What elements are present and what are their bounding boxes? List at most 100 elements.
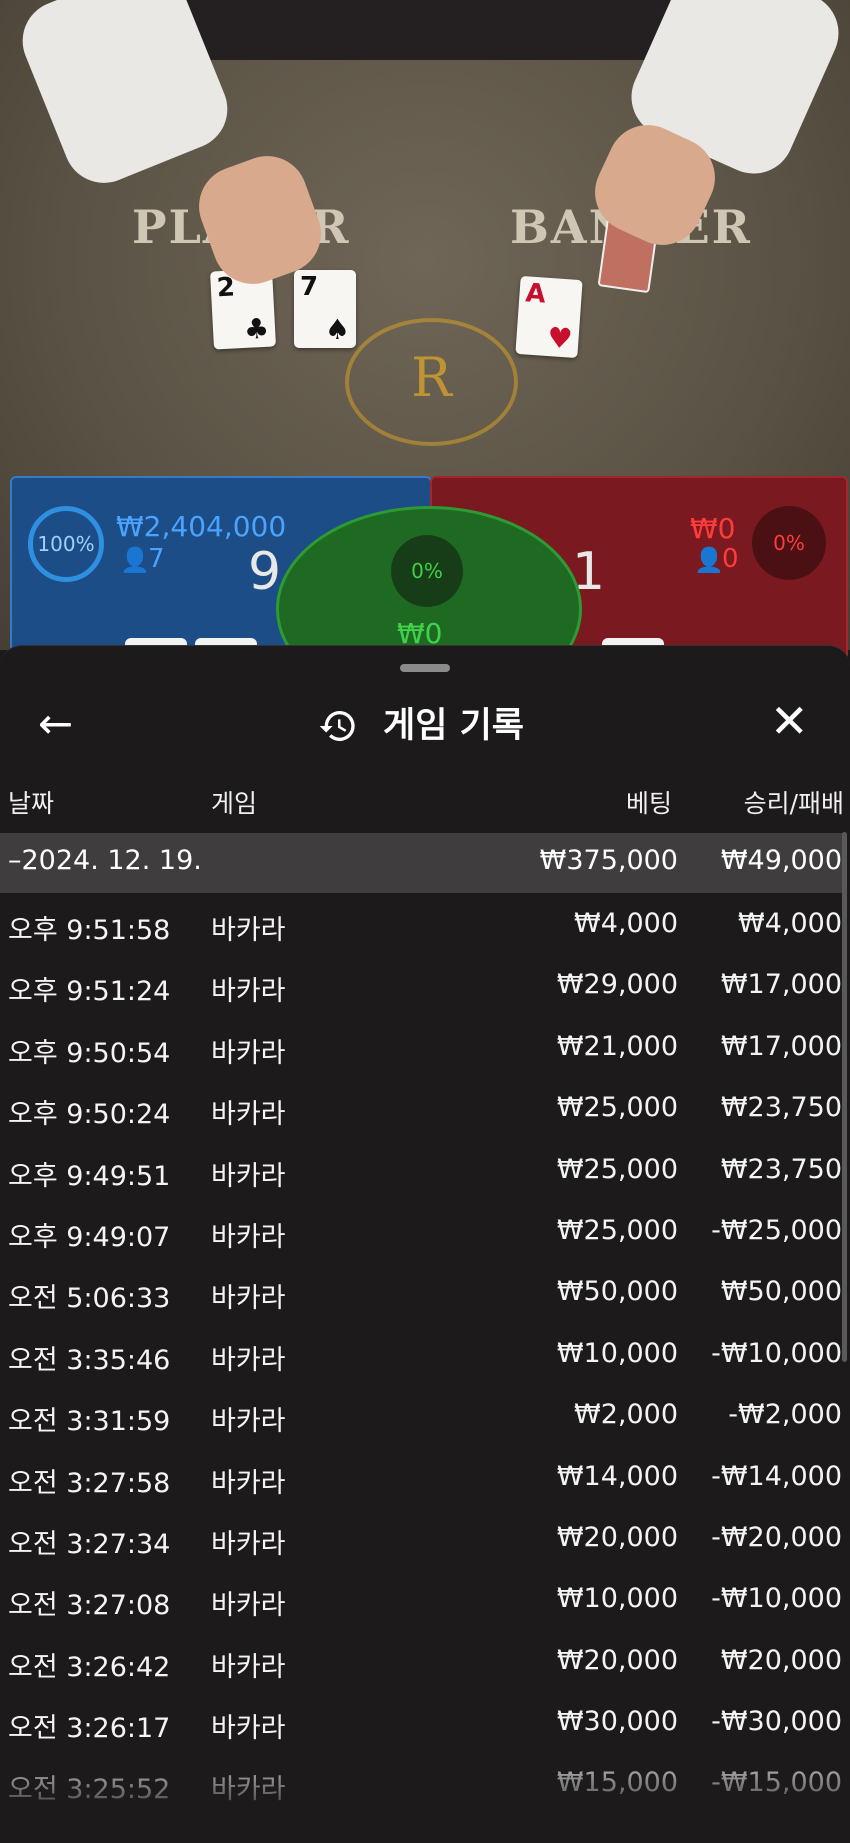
row-game: 바카라 <box>211 1099 286 1131</box>
row-game: 바카라 <box>211 976 286 1008</box>
row-time: 오후 9:51:58 <box>8 915 171 946</box>
row-game: 바카라 <box>211 1590 286 1622</box>
row-time: 오후 9:51:24 <box>8 976 171 1008</box>
history-row[interactable]: 오후 9:51:24 바카라 ₩29,000 ₩17,000 <box>0 955 850 1016</box>
row-time: 오후 9:50:54 <box>8 1037 171 1069</box>
history-icon <box>319 711 355 741</box>
list-fade-overlay <box>0 1738 850 1843</box>
column-headers: 날짜 게임 베팅 승리/패배 <box>0 784 850 824</box>
row-time: 오후 9:49:07 <box>8 1221 171 1253</box>
row-result: -₩30,000 <box>711 1706 842 1738</box>
history-row[interactable]: 오전 3:27:34 바카라 ₩20,000 -₩20,000 <box>0 1508 850 1569</box>
row-result: ₩50,000 <box>720 1276 842 1308</box>
history-row[interactable]: 오후 9:50:24 바카라 ₩25,000 ₩23,750 <box>0 1078 850 1139</box>
history-row[interactable]: 오전 5:06:33 바카라 ₩50,000 ₩50,000 <box>0 1262 850 1323</box>
person-icon: 👤 <box>694 546 724 574</box>
column-bet: 베팅 <box>625 789 672 818</box>
bet-panel: 100% ₩2,404,000 👤 7 9 ₩0 👤 0 0% 1 0% ₩0 <box>8 476 848 712</box>
row-game: 바카라 <box>211 1037 286 1069</box>
row-time: 오전 3:35:46 <box>8 1344 171 1376</box>
history-list: 오후 9:51:58 바카라 ₩4,000 ₩4,000 오후 9:51:24 바카라 ₩2… <box>0 894 850 1815</box>
player-bettor-count: 7 <box>148 544 165 574</box>
history-row[interactable]: 오전 3:35:46 바카라 ₩10,000 -₩10,000 <box>0 1324 850 1385</box>
row-game: 바카라 <box>211 1221 286 1253</box>
row-bet: ₩10,000 <box>556 1583 678 1615</box>
column-result: 승리/패배 <box>743 789 844 818</box>
player-score: 9 <box>248 542 282 602</box>
row-bet: ₩20,000 <box>556 1644 678 1676</box>
row-bet: ₩29,000 <box>556 969 678 1001</box>
dealer <box>120 0 730 60</box>
banker-bet-amount: ₩0 <box>690 512 736 545</box>
date-group-row[interactable]: –2024. 12. 19. ₩375,000 ₩49,000 <box>0 833 844 893</box>
sheet-header: ← 게임 기록 ✕ <box>0 686 850 766</box>
row-result: ₩23,750 <box>720 1153 842 1185</box>
row-game: 바카라 <box>211 1467 286 1499</box>
history-row[interactable]: 오전 3:27:58 바카라 ₩14,000 -₩14,000 <box>0 1447 850 1508</box>
close-icon[interactable]: ✕ <box>770 698 809 744</box>
row-result: -₩2,000 <box>728 1399 842 1431</box>
banker-bettor-count: 0 <box>722 544 739 574</box>
history-row[interactable]: 오후 9:49:51 바카라 ₩25,000 ₩23,750 <box>0 1140 850 1201</box>
column-date: 날짜 <box>8 789 55 818</box>
person-icon: 👤 <box>120 546 150 574</box>
history-row[interactable]: 오전 3:26:42 바카라 ₩20,000 ₩20,000 <box>0 1631 850 1692</box>
player-bet-amount: ₩2,404,000 <box>116 510 287 543</box>
history-row[interactable]: 오전 3:27:08 바카라 ₩10,000 -₩10,000 <box>0 1569 850 1630</box>
row-time: 오전 3:26:42 <box>8 1651 171 1683</box>
tie-percent: 0% <box>391 535 463 607</box>
row-result: ₩20,000 <box>720 1644 842 1676</box>
row-game: 바카라 <box>211 1651 286 1683</box>
row-bet: ₩14,000 <box>556 1460 678 1492</box>
history-row[interactable]: 오후 9:49:07 바카라 ₩25,000 -₩25,000 <box>0 1201 850 1262</box>
row-time: 오전 3:27:34 <box>8 1528 171 1560</box>
player-percent: 100% <box>28 506 104 582</box>
row-result: -₩10,000 <box>711 1337 842 1369</box>
date-group-label: –2024. 12. 19. <box>8 845 202 876</box>
history-row[interactable]: 오후 9:50:54 바카라 ₩21,000 ₩17,000 <box>0 1017 850 1078</box>
history-row[interactable]: 오후 9:51:58 바카라 ₩4,000 ₩4,000 <box>0 894 850 955</box>
date-group-bet-total: ₩375,000 <box>539 845 678 876</box>
row-bet: ₩50,000 <box>556 1276 678 1308</box>
row-game: 바카라 <box>211 1406 286 1438</box>
row-result: -₩14,000 <box>711 1460 842 1492</box>
row-time: 오후 9:49:51 <box>8 1160 171 1192</box>
sheet-title: 게임 기록 <box>383 706 524 746</box>
row-time: 오전 3:31:59 <box>8 1406 171 1438</box>
row-bet: ₩4,000 <box>574 908 678 939</box>
row-game: 바카라 <box>211 1528 286 1560</box>
history-row[interactable]: 오전 3:31:59 바카라 ₩2,000 -₩2,000 <box>0 1385 850 1446</box>
row-time: 오후 9:50:24 <box>8 1099 171 1131</box>
row-result: ₩17,000 <box>720 1030 842 1062</box>
row-time: 오전 3:27:08 <box>8 1590 171 1622</box>
row-result: -₩10,000 <box>711 1583 842 1615</box>
arrow-left-icon[interactable]: ← <box>38 702 73 746</box>
row-game: 바카라 <box>211 1344 286 1376</box>
row-game: 바카라 <box>211 915 286 946</box>
row-result: ₩23,750 <box>720 1092 842 1124</box>
scrollbar[interactable] <box>842 832 847 1362</box>
row-bet: ₩30,000 <box>556 1706 678 1738</box>
sheet-drag-handle[interactable] <box>400 664 450 672</box>
row-bet: ₩25,000 <box>556 1153 678 1185</box>
row-bet: ₩25,000 <box>556 1092 678 1124</box>
column-game: 게임 <box>211 789 258 818</box>
casino-crest-logo: R <box>345 318 518 446</box>
row-bet: ₩25,000 <box>556 1214 678 1246</box>
row-result: ₩17,000 <box>720 969 842 1001</box>
banker-card-1: A ♥ <box>515 275 583 359</box>
row-bet: ₩20,000 <box>556 1521 678 1553</box>
row-time: 오전 3:27:58 <box>8 1467 171 1499</box>
row-result: -₩20,000 <box>711 1521 842 1553</box>
game-history-sheet: ← 게임 기록 ✕ 날짜 게임 베팅 승리/패배 –2024. 12. 19. … <box>0 645 850 1843</box>
row-result: ₩4,000 <box>738 908 842 939</box>
player-card-2: 7 ♠ <box>294 270 356 348</box>
date-group-result-total: ₩49,000 <box>720 845 842 876</box>
row-result: -₩25,000 <box>711 1214 842 1246</box>
row-time: 오전 5:06:33 <box>8 1283 171 1315</box>
row-bet: ₩2,000 <box>574 1399 678 1431</box>
row-game: 바카라 <box>211 1283 286 1315</box>
row-bet: ₩21,000 <box>556 1030 678 1062</box>
row-bet: ₩10,000 <box>556 1337 678 1369</box>
row-game: 바카라 <box>211 1160 286 1192</box>
